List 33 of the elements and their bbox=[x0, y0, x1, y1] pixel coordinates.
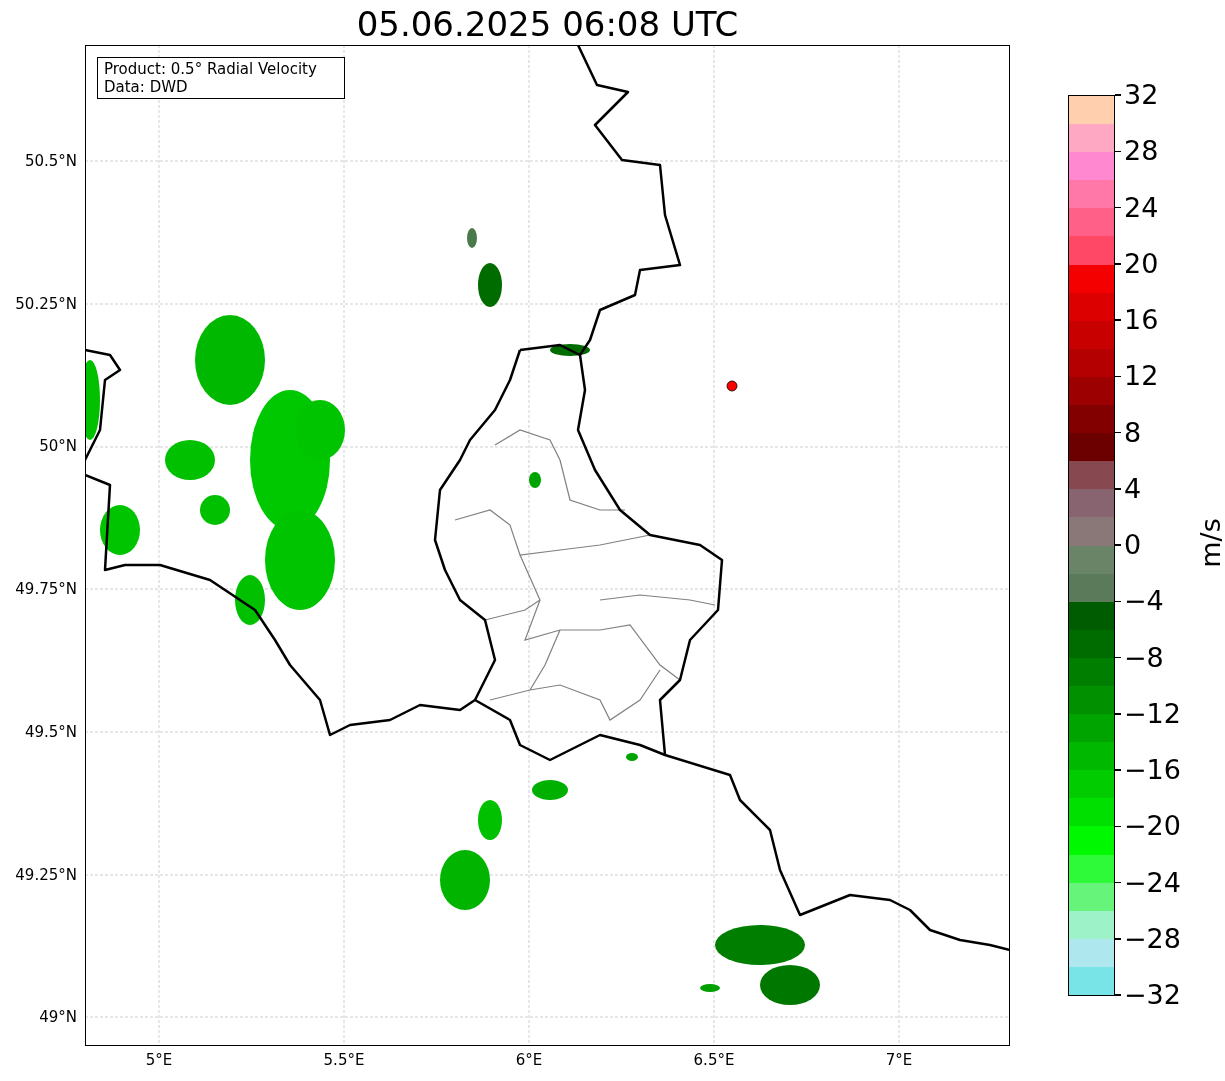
longitude-label: 6.5°E bbox=[693, 1051, 735, 1069]
colorbar-tick-label: 12 bbox=[1115, 361, 1159, 392]
latitude-label: 49.25°N bbox=[15, 865, 77, 884]
colorbar-tick-label: −24 bbox=[1115, 867, 1181, 898]
colorbar-tick-label: −12 bbox=[1115, 698, 1181, 729]
latitude-label: 49.75°N bbox=[15, 580, 77, 599]
latitude-label: 49°N bbox=[39, 1008, 77, 1027]
colorbar-tick-label: 8 bbox=[1115, 417, 1142, 448]
latitude-label: 50.25°N bbox=[15, 294, 77, 313]
colorbar-tick-label: −20 bbox=[1115, 811, 1181, 842]
longitude-label: 6°E bbox=[515, 1051, 543, 1069]
colorbar-tick-label: −8 bbox=[1115, 642, 1164, 673]
info-text: Product: 0.5° Radial Velocity bbox=[104, 60, 318, 78]
chart-title: 05.06.2025 06:08 UTC bbox=[355, 4, 740, 44]
longitude-label: 5°E bbox=[145, 1051, 173, 1069]
colorbar-tick-label: 4 bbox=[1115, 473, 1142, 504]
colorbar-unit-label: m/s bbox=[1195, 518, 1225, 568]
colorbar-tick-label: 24 bbox=[1115, 192, 1159, 223]
latitude-label: 50°N bbox=[39, 437, 77, 456]
colorbar-tick-label: −4 bbox=[1115, 586, 1164, 617]
colorbar-tick-label: −32 bbox=[1115, 980, 1181, 1010]
latitude-label: 50.5°N bbox=[24, 152, 77, 170]
info-text: Data: DWD bbox=[104, 78, 189, 96]
colorbar-tick-label: −28 bbox=[1115, 923, 1181, 954]
colorbar-tick-label: 0 bbox=[1115, 530, 1142, 560]
longitude-label: 5.5°E bbox=[323, 1051, 365, 1069]
colorbar-tick-label: 32 bbox=[1115, 80, 1159, 110]
colorbar-tick-label: 16 bbox=[1115, 305, 1159, 335]
latitude-label: 49.5°N bbox=[24, 722, 77, 741]
colorbar-tick-label: −16 bbox=[1115, 755, 1181, 785]
colorbar-tick-label: 20 bbox=[1115, 248, 1159, 279]
longitude-label: 7°E bbox=[885, 1051, 913, 1069]
colorbar-tick-label: 28 bbox=[1115, 136, 1159, 167]
